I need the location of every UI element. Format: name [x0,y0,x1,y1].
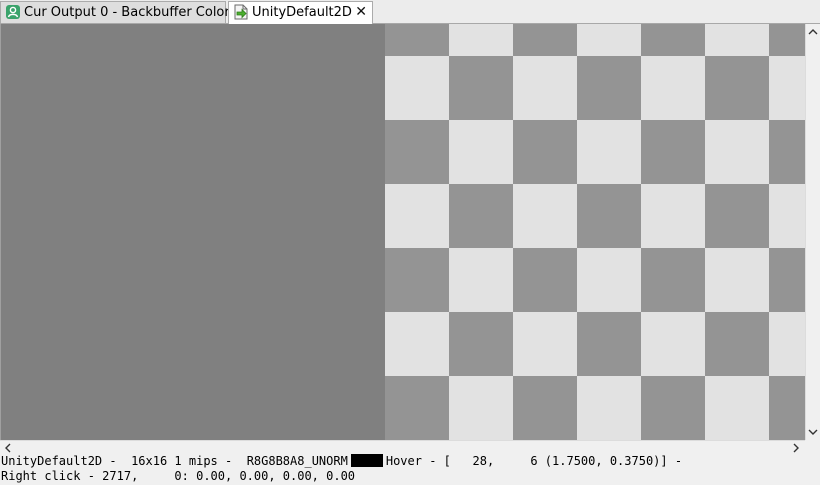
scroll-up-arrow-icon[interactable] [807,26,819,38]
checker-tile [449,376,513,440]
checker-tile [577,56,641,120]
scrollbar-corner [805,440,820,454]
checker-tile [513,56,577,120]
close-icon[interactable]: ✕ [355,4,367,20]
texture-format: R8G8B8A8_UNORM [246,454,348,468]
right-click-value: 2717, 0: 0.00, 0.00, 0.00, 0.00 [102,469,356,483]
tab-unitydefault2d[interactable]: UnityDefault2D ✕ [228,1,373,24]
checker-tile [705,248,769,312]
hover-value: [ 28, 6 (1.7500, 0.3750)] - [443,454,683,468]
checker-tile [769,248,805,312]
checker-tile [577,376,641,440]
checker-tile [641,24,705,56]
checker-tile [577,312,641,376]
right-click-label: Right click [1,469,81,483]
scroll-down-arrow-icon[interactable] [807,426,819,438]
checker-tile [577,24,641,56]
checker-tile [769,120,805,184]
tab-label: Cur Output 0 - Backbuffer Color [24,5,230,20]
hover-label: Hover [385,454,422,468]
checker-tile [705,56,769,120]
texture-name: UnityDefault2D [1,454,103,468]
checker-tile [641,56,705,120]
checker-tile [449,312,513,376]
scroll-right-arrow-icon[interactable] [790,442,802,454]
texture-size: 16x16 [131,454,168,468]
checker-tile [705,312,769,376]
checker-tile [641,184,705,248]
checker-tile [449,24,513,56]
checker-tile [385,24,449,56]
checker-tile [641,120,705,184]
checker-tile [513,312,577,376]
horizontal-scrollbar[interactable] [0,440,805,454]
checker-tile [449,56,513,120]
scroll-left-arrow-icon[interactable] [2,442,14,454]
checker-tile [513,24,577,56]
checker-tile [513,248,577,312]
checker-tile [641,248,705,312]
checker-tile [449,184,513,248]
checker-tile [769,312,805,376]
checker-tile [385,56,449,120]
checker-tile [385,248,449,312]
pick-info-line: Right click - 2717, 0: 0.00, 0.00, 0.00,… [1,469,356,483]
checker-tile [449,248,513,312]
checker-tile [641,376,705,440]
tab-bar: Cur Output 0 - Backbuffer Color UnityDef… [0,0,820,24]
checker-tile [577,184,641,248]
texture-mips: 1 mips [174,454,218,468]
vertical-scrollbar[interactable] [805,24,820,440]
checker-tile [513,120,577,184]
texture-info-line: UnityDefault2D - 16x16 1 mips - R8G8B8A8… [1,454,683,468]
checker-tile [385,184,449,248]
checker-tile [769,376,805,440]
checker-tile [385,376,449,440]
checker-tile [705,120,769,184]
checker-tile [577,120,641,184]
checker-tile [641,312,705,376]
checker-tile [769,24,805,56]
checker-tile [385,312,449,376]
checker-tile [705,184,769,248]
checker-tile [513,376,577,440]
output-icon [5,4,21,20]
checker-tile [705,376,769,440]
texture-icon [233,4,249,20]
checker-tile [769,56,805,120]
checker-tile [513,184,577,248]
checker-tile [769,184,805,248]
texture-viewport[interactable] [0,24,805,440]
checker-tile [385,120,449,184]
checker-tile [577,248,641,312]
tab-label: UnityDefault2D [252,5,352,20]
tab-backbuffer-color[interactable]: Cur Output 0 - Backbuffer Color [0,1,230,23]
hover-color-swatch [350,454,383,467]
checker-tile [449,120,513,184]
checker-tile [705,24,769,56]
